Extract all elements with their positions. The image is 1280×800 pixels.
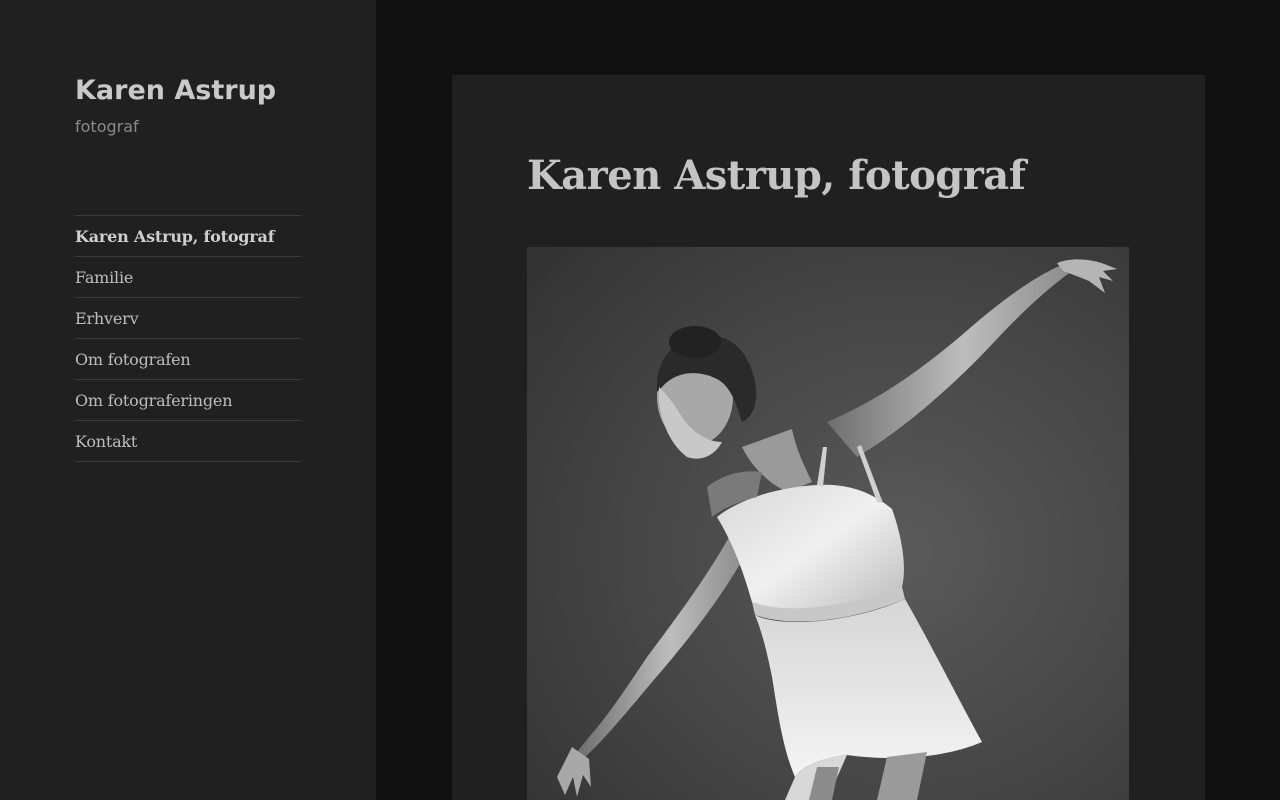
nav-item-home[interactable]: Karen Astrup, fotograf [75,216,301,257]
nav-link-om-fotografen[interactable]: Om fotografen [75,350,191,369]
nav-link-erhverv[interactable]: Erhverv [75,309,139,328]
nav-link-kontakt[interactable]: Kontakt [75,432,137,451]
nav-link-home[interactable]: Karen Astrup, fotograf [75,227,275,246]
nav-item-erhverv[interactable]: Erhverv [75,298,301,339]
nav-item-familie[interactable]: Familie [75,257,301,298]
site-description: fotograf [75,117,139,136]
nav-item-om-fotografen[interactable]: Om fotografen [75,339,301,380]
nav-item-kontakt[interactable]: Kontakt [75,421,301,462]
sidebar: Karen Astrup fotograf Karen Astrup, foto… [0,0,376,800]
dancer-photo [527,247,1129,800]
nav-item-om-fotograferingen[interactable]: Om fotograferingen [75,380,301,421]
nav-link-om-fotograferingen[interactable]: Om fotograferingen [75,391,233,410]
main-content: Karen Astrup, fotograf [452,75,1205,800]
dancer-photo-image [527,247,1129,800]
nav-link-familie[interactable]: Familie [75,268,133,287]
site-title[interactable]: Karen Astrup [75,72,276,110]
main-navigation: Karen Astrup, fotograf Familie Erhverv O… [75,215,301,462]
page-title: Karen Astrup, fotograf [527,152,1026,199]
